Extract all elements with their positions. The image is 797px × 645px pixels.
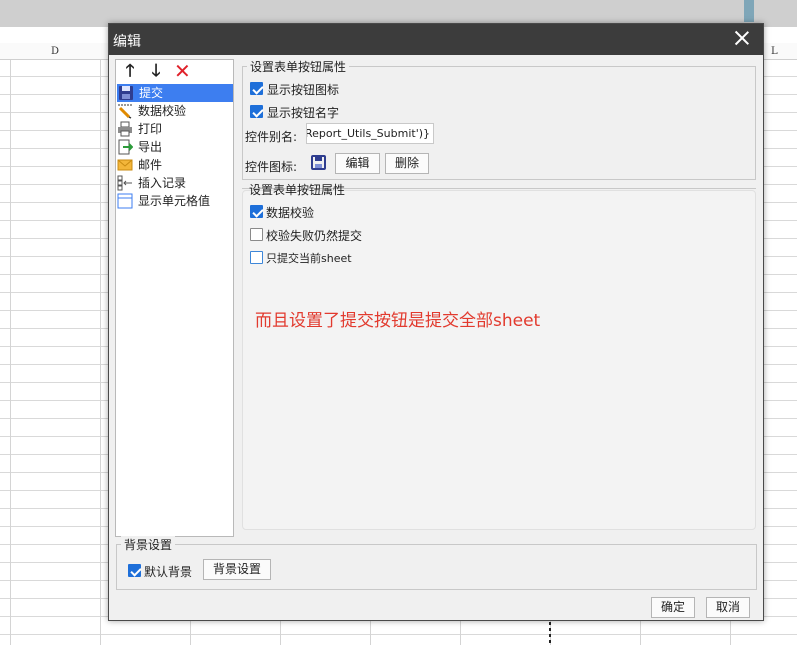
close-icon[interactable] xyxy=(733,29,751,47)
save-disk-icon xyxy=(119,86,133,100)
list-item-mail[interactable]: 邮件 xyxy=(116,156,233,174)
column-header-d[interactable]: D xyxy=(51,46,59,57)
edit-icon-button[interactable]: 编辑 xyxy=(335,153,380,174)
list-item-submit[interactable]: 提交 xyxy=(117,84,233,102)
list-item-label: 打印 xyxy=(138,122,163,136)
list-item-insert-record[interactable]: 插入记录 xyxy=(116,174,233,192)
insert-row-icon xyxy=(117,175,132,191)
show-icon-option[interactable]: 显示按钮图标 xyxy=(250,81,450,97)
list-item-label: 导出 xyxy=(138,140,163,154)
button-props-title: 设置表单按钮属性 xyxy=(247,58,350,75)
arrow-down-icon[interactable]: 🡓 xyxy=(148,62,164,80)
list-item-label: 提交 xyxy=(139,86,164,100)
show-name-checkbox[interactable] xyxy=(250,105,263,118)
default-bg-label: 默认背景 xyxy=(144,565,193,579)
list-item-export[interactable]: 导出 xyxy=(116,138,233,156)
list-item-show-cell-value[interactable]: 显示单元格值 xyxy=(116,192,233,210)
dialog-title: 编辑 xyxy=(113,34,141,50)
cell-value-icon xyxy=(117,193,133,209)
show-icon-checkbox[interactable] xyxy=(250,82,263,95)
submit-on-fail-label: 校验失败仍然提交 xyxy=(266,229,363,243)
delete-icon-button[interactable]: 删除 xyxy=(385,153,429,174)
validate-checkbox[interactable] xyxy=(250,205,263,218)
dialog-titlebar: 编辑 xyxy=(109,24,763,55)
cell-selection-marker xyxy=(549,622,551,645)
alias-label: 控件别名: xyxy=(245,130,298,144)
icon-label: 控件图标: xyxy=(245,160,298,174)
submit-props-group: 设置表单按钮属性 数据校验 校验失败仍然提交 只提交当前sheet xyxy=(242,183,756,530)
current-sheet-only-option[interactable]: 只提交当前sheet xyxy=(250,250,450,266)
save-disk-icon xyxy=(311,155,326,170)
alias-input[interactable]: Report_Utils_Submit')} xyxy=(306,123,434,144)
show-name-label: 显示按钮名字 xyxy=(267,106,340,120)
delete-x-icon[interactable]: ✕ xyxy=(174,61,191,81)
ok-button[interactable]: 确定 xyxy=(651,597,695,618)
list-item-label: 邮件 xyxy=(138,158,163,172)
validate-option[interactable]: 数据校验 xyxy=(250,204,450,220)
list-item-label: 显示单元格值 xyxy=(138,194,211,208)
validate-label: 数据校验 xyxy=(266,206,315,220)
list-item-label: 数据校验 xyxy=(138,104,187,118)
show-name-option[interactable]: 显示按钮名字 xyxy=(250,104,450,120)
default-bg-checkbox[interactable] xyxy=(128,564,141,577)
background-group: 背景设置 默认背景 背景设置 xyxy=(116,536,757,590)
list-item-print[interactable]: 打印 xyxy=(116,120,233,138)
printer-icon xyxy=(118,121,132,137)
action-list-panel: 🡑 🡓 ✕ 提交 数据校验 打印 导出 邮件 插入记录 显示单元格值 xyxy=(115,59,234,537)
arrow-up-icon[interactable]: 🡑 xyxy=(122,62,138,80)
pencil-check-icon xyxy=(118,104,132,119)
action-list: 提交 数据校验 打印 导出 邮件 插入记录 显示单元格值 xyxy=(116,84,233,210)
list-item-data-validation[interactable]: 数据校验 xyxy=(116,102,233,120)
column-header-l[interactable]: L xyxy=(771,46,778,57)
show-icon-label: 显示按钮图标 xyxy=(267,83,340,97)
submit-on-fail-option[interactable]: 校验失败仍然提交 xyxy=(250,227,450,243)
background-title: 背景设置 xyxy=(121,536,176,553)
edit-dialog: 编辑 🡑 🡓 ✕ 提交 数据校验 打印 导出 邮件 插入记录 显示单元格值 设置… xyxy=(108,23,764,621)
submit-props-title: 设置表单按钮属性 xyxy=(249,183,346,197)
scrollbar-accent xyxy=(744,0,754,22)
annotation-text: 而且设置了提交按钮是提交全部sheet xyxy=(255,311,541,331)
button-props-group: 设置表单按钮属性 显示按钮图标 显示按钮名字 控件别名: Report_Util… xyxy=(242,58,756,180)
submit-on-fail-checkbox[interactable] xyxy=(250,228,263,241)
current-sheet-only-label: 只提交当前sheet xyxy=(266,252,352,265)
current-sheet-only-checkbox[interactable] xyxy=(250,251,263,264)
export-icon xyxy=(118,139,133,155)
default-bg-option[interactable]: 默认背景 xyxy=(128,563,208,579)
mail-envelope-icon xyxy=(117,159,133,171)
cancel-button[interactable]: 取消 xyxy=(706,597,750,618)
alias-value: Report_Utils_Submit')} xyxy=(306,127,431,140)
list-item-label: 插入记录 xyxy=(138,176,187,190)
background-settings-button[interactable]: 背景设置 xyxy=(203,559,271,580)
